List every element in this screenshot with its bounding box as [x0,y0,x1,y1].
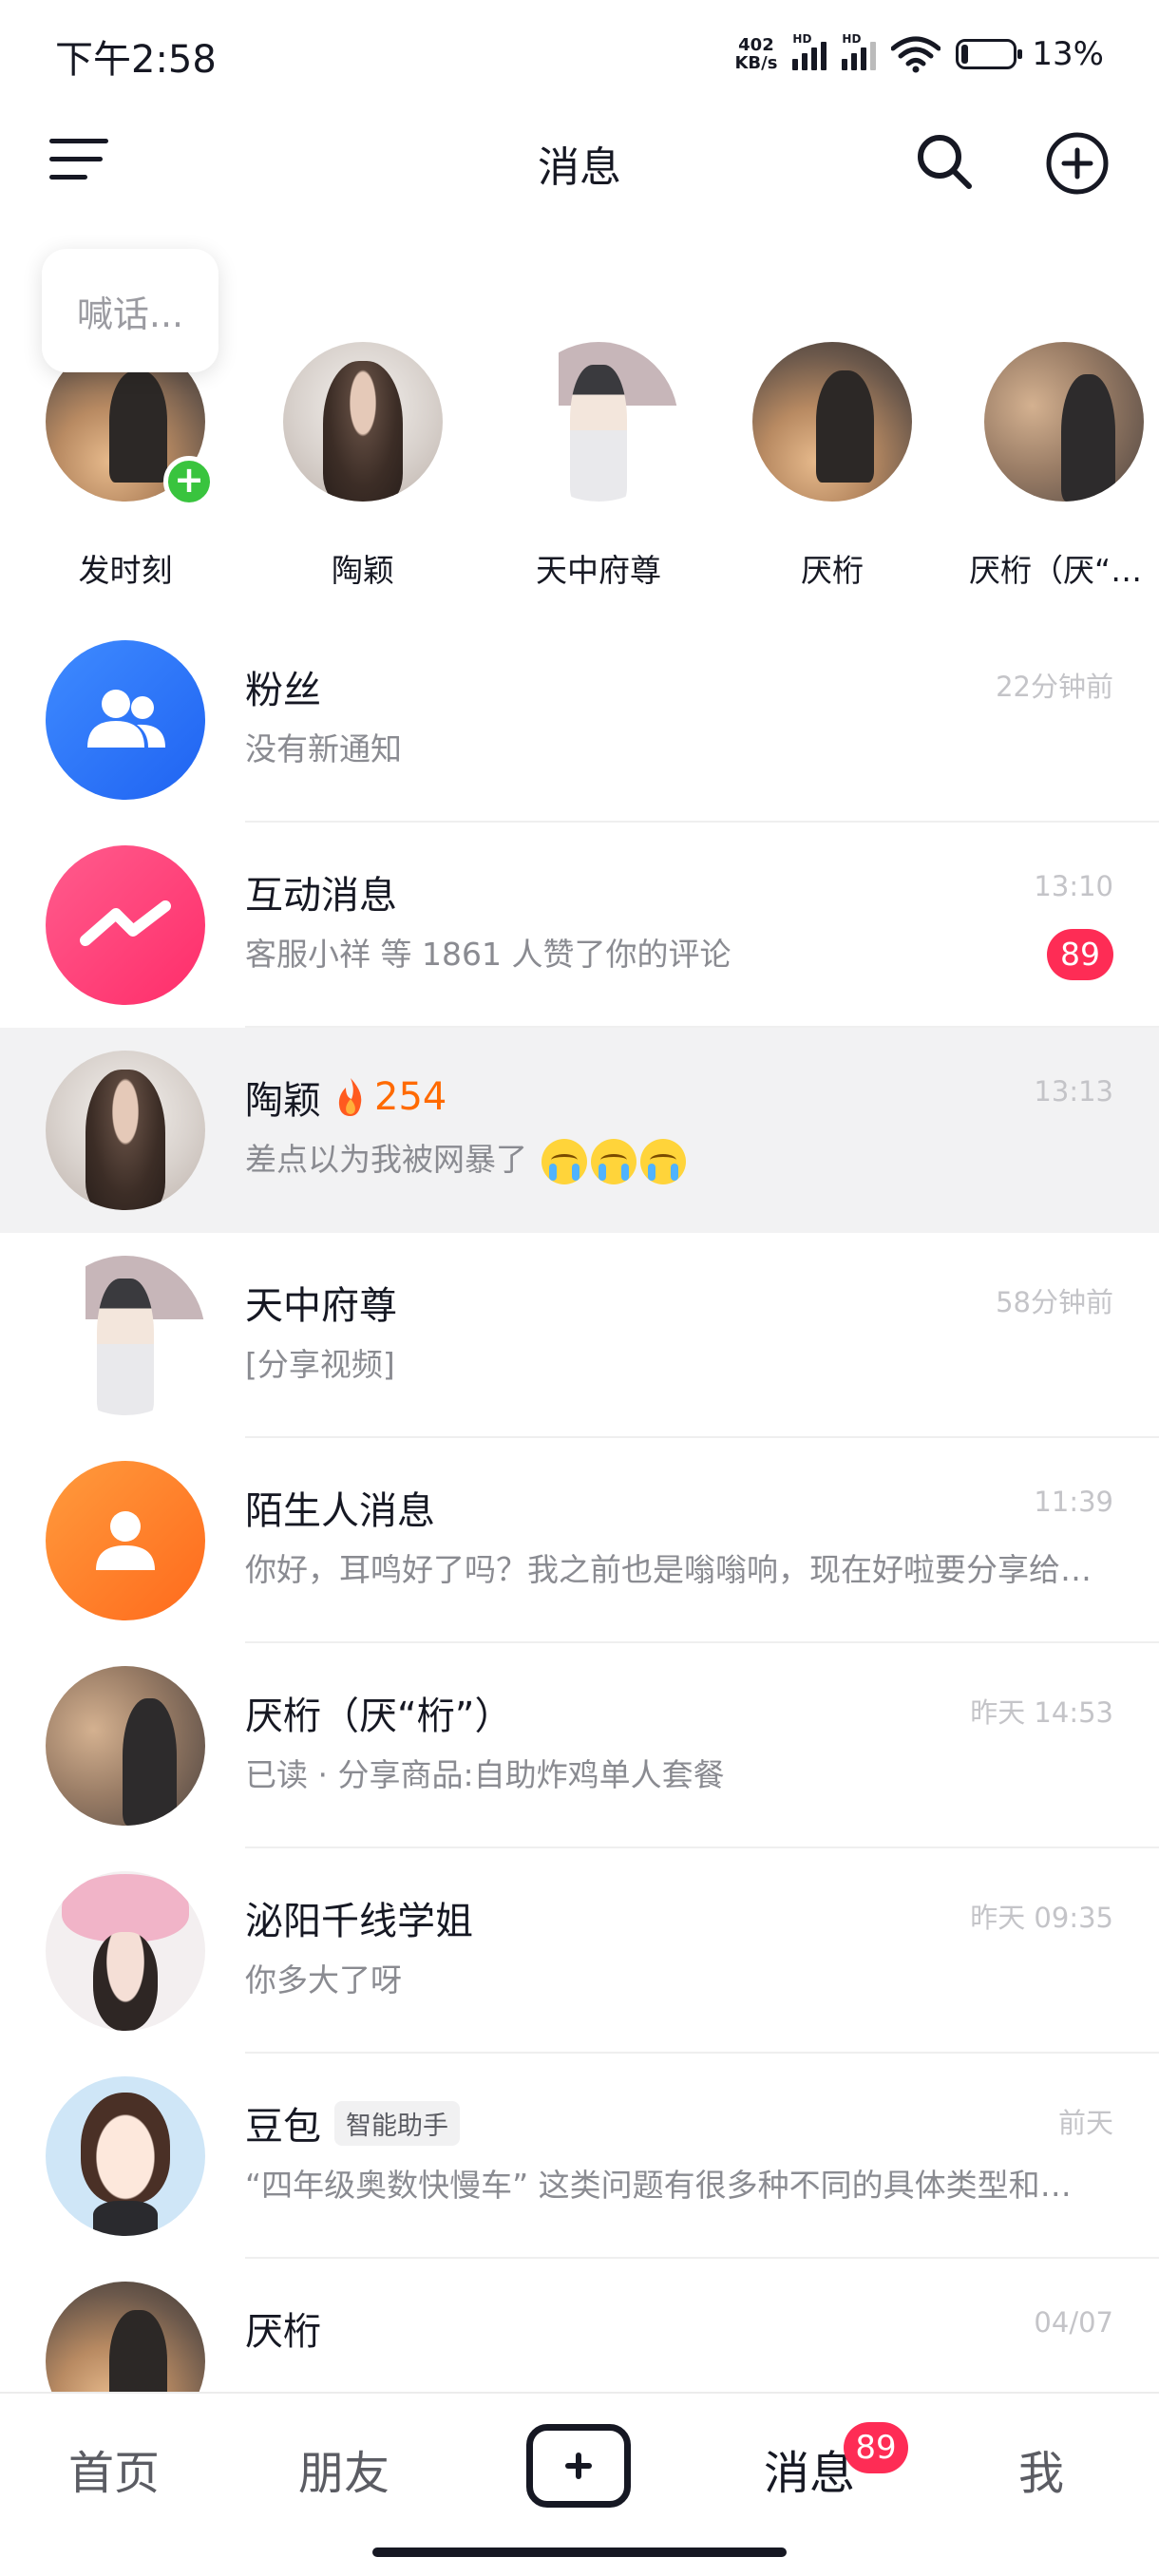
list-item-time: 昨天 14:53 [970,1696,1113,1729]
list-item-title: 粉丝 [245,669,321,712]
list-item-chat[interactable]: 陶颖 254 差点以为我被网暴了 13:13 [0,1028,1159,1233]
fire-icon [338,1078,362,1116]
stranger-icon [46,1461,205,1620]
create-button[interactable] [526,2424,631,2508]
list-item-preview: 已读 · 分享商品:自助炸鸡单人套餐 [245,1756,725,1793]
list-item-chat[interactable]: 厌桁（厌“桁”） 已读 · 分享商品:自助炸鸡单人套餐 昨天 14:53 [0,1643,1159,1848]
list-item-time: 昨天 09:35 [970,1902,1113,1934]
list-item-chat[interactable]: 豆包 智能助手 “四年级奥数快慢车” 这类问题有很多种不同的具体类型和解法 前天 [0,2054,1159,2259]
list-item-chat[interactable]: 天中府尊 [分享视频] 58分钟前 [0,1233,1159,1438]
tab-me[interactable]: 我 [1018,2435,1064,2502]
list-item-preview: 没有新通知 [245,730,402,767]
unread-badge: 89 [1047,929,1113,980]
avatar [46,1871,205,2031]
list-item-preview: “四年级奥数快慢车” 这类问题有很多种不同的具体类型和解法 [245,2167,1100,2204]
list-item-title: 厌桁（厌“桁”） [245,1695,513,1738]
list-item-interactions[interactable]: 互动消息 客服小祥 等 1861 人赞了你的评论 13:10 89 [0,823,1159,1028]
add-story-icon[interactable]: + [163,456,215,507]
shout-bubble[interactable]: 喊话... [42,249,218,372]
story-item[interactable]: 天中府尊 [504,342,694,591]
story-name: 陶颖 [332,552,394,589]
home-indicator[interactable] [372,2548,787,2557]
crying-emoji-icon [590,1138,636,1184]
avatar [46,1666,205,1826]
status-indicators: 402 KB/s HD HD 13% [734,32,1104,76]
list-item-title: 陶颖 254 [245,1075,447,1123]
story-item[interactable]: 厌桁（厌“桁”） [969,342,1159,591]
crying-emoji-icon [639,1138,686,1184]
story-name: 厌桁 [801,552,864,589]
list-item-title: 陌生人消息 [245,1489,435,1533]
crying-emoji-icon [541,1138,587,1184]
list-item-time: 11:39 [1034,1486,1113,1518]
avatar [984,342,1144,502]
story-name: 厌桁（厌“桁”） [969,552,1159,589]
list-item-preview: 你好，耳鸣好了吗？我之前也是嗡嗡响，现在好啦要分享给你经验 [245,1551,1100,1588]
message-list: 粉丝 没有新通知 22分钟前 互动消息 客服小祥 等 1861 人赞了你的评论 … [0,617,1159,2464]
page-title: 消息 [538,143,621,192]
fans-icon [46,640,205,800]
list-item-time: 前天 [1057,2107,1113,2139]
list-item-preview: [分享视频] [245,1346,395,1383]
tab-friends[interactable]: 朋友 [298,2435,390,2502]
list-item-time: 58分钟前 [996,1286,1113,1318]
network-speed: 402 KB/s [734,35,778,73]
tab-messages[interactable]: 消息 [764,2435,855,2502]
signal-icon: HD [792,32,827,70]
list-item-title: 互动消息 [245,874,397,918]
interaction-icon [46,845,205,1005]
battery-percent: 13% [1032,35,1104,73]
avatar [519,342,678,502]
story-name: 发时刻 [78,552,173,589]
avatar [46,1051,205,1210]
list-item-title: 厌桁 [245,2310,321,2354]
list-item-time: 13:13 [1034,1075,1113,1108]
list-item-title: 豆包 智能助手 [245,2095,460,2150]
list-item-preview: 你多大了呀 [245,1961,402,1998]
list-item-title: 泌阳千线学姐 [245,1900,473,1943]
messages-badge: 89 [844,2422,908,2473]
streak-badge: 254 [334,1075,446,1119]
add-circle-icon[interactable] [1045,131,1110,196]
story-item[interactable]: 陶颖 [268,342,458,591]
signal-icon-2: HD [842,32,877,70]
wifi-icon [891,36,941,73]
list-item-chat[interactable]: 泌阳千线学姐 你多大了呀 昨天 09:35 [0,1848,1159,2054]
avatar [752,342,912,502]
story-name: 天中府尊 [536,552,661,589]
list-item-time: 04/07 [1034,2306,1113,2339]
list-item-title: 天中府尊 [245,1284,397,1328]
list-item-time: 13:10 [1034,870,1113,902]
avatar [46,2076,205,2236]
list-item-strangers[interactable]: 陌生人消息 你好，耳鸣好了吗？我之前也是嗡嗡响，现在好啦要分享给你经验 11:3… [0,1438,1159,1643]
assistant-tag: 智能助手 [334,2100,460,2146]
search-icon[interactable] [914,131,975,192]
status-time: 下午2:58 [55,38,217,82]
list-item-preview: 差点以为我被网暴了 [245,1134,1100,1184]
battery-icon [956,39,1023,69]
avatar [46,1256,205,1415]
tab-home[interactable]: 首页 [68,2435,160,2502]
story-item[interactable]: 厌桁 [737,342,927,591]
header: 消息 [0,104,1159,218]
stories-row: 喊话... 发时刻 + 陶颖 天中府尊 厌桁 厌桁（厌“桁”） [0,237,1159,617]
list-item-preview: 客服小祥 等 1861 人赞了你的评论 [245,936,732,973]
avatar [283,342,443,502]
list-item-fans[interactable]: 粉丝 没有新通知 22分钟前 [0,617,1159,823]
list-item-time: 22分钟前 [996,671,1113,703]
status-bar: 下午2:58 402 KB/s HD HD 13% [0,0,1159,104]
